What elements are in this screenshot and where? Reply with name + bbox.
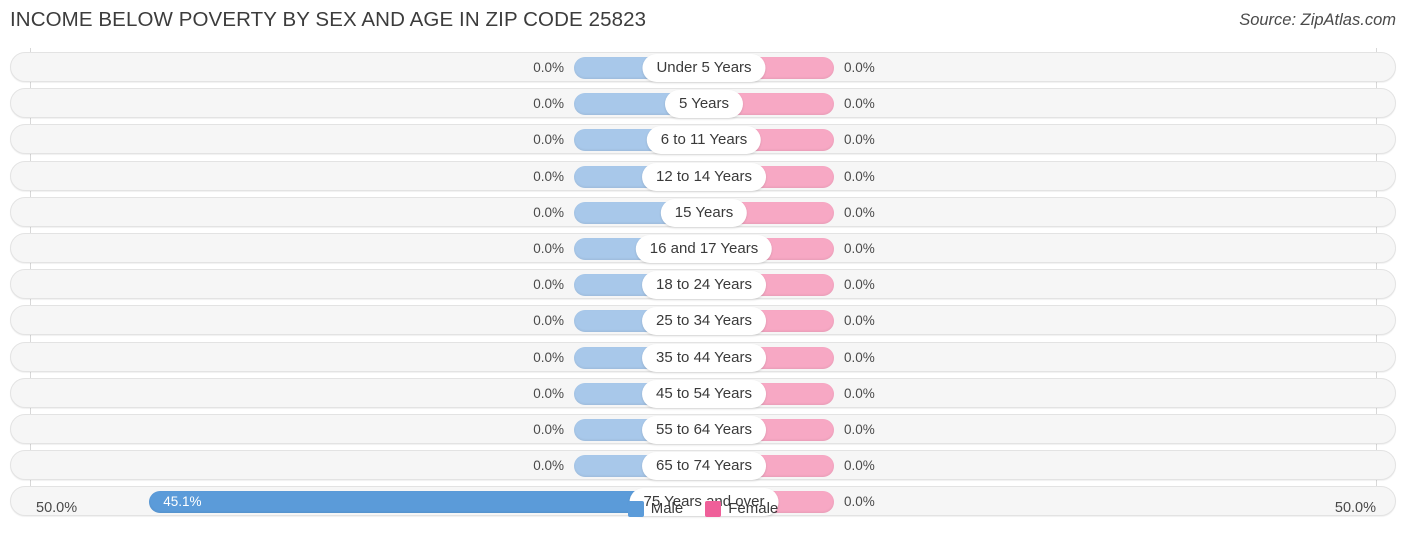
bar-value-male: 0.0% [533,313,564,329]
chart-row[interactable]: 0.0% 0.0% 45 to 54 Years [10,377,1396,408]
bar-value-male: 0.0% [533,204,564,220]
chart-legend: Male Female [0,500,1406,517]
legend-item-female[interactable]: Female [705,500,778,517]
source-attribution: Source: ZipAtlas.com [1239,11,1396,29]
bar-value-female: 0.0% [844,96,875,112]
chart-row[interactable]: 0.0% 0.0% 65 to 74 Years [10,450,1396,481]
chart-row[interactable]: 0.0% 0.0% 55 to 64 Years [10,414,1396,444]
chart-row-inner: 0.0% 0.0% 65 to 74 Years [11,451,1395,481]
bar-value-male: 0.0% [533,277,564,293]
plot-area: 0.0% 0.0% Under 5 Years 0.0% 0.0% 5 Years 0.0%… [0,48,1406,520]
bar-value-female: 0.0% [844,60,875,75]
legend-label-male: Male [650,500,684,517]
bar-value-male: 0.0% [533,422,564,437]
chart-row-inner: 0.0% 0.0% 15 Years [11,198,1395,227]
category-label: 12 to 14 Years [642,162,766,191]
chart-row-inner: 0.0% 0.0% 45 to 54 Years [11,379,1395,408]
bar-value-female: 0.0% [844,313,875,329]
category-label: 16 and 17 Years [635,235,773,263]
bar-value-female: 0.0% [844,241,875,256]
chart-row[interactable]: 0.0% 0.0% 12 to 14 Years [10,160,1396,191]
bar-value-female: 0.0% [844,385,875,401]
bar-value-male: 0.0% [533,96,564,112]
category-label: 15 Years [660,198,748,227]
category-label: 18 to 24 Years [642,271,766,300]
chart-row[interactable]: 0.0% 0.0% 18 to 24 Years [10,269,1396,300]
bar-value-female: 0.0% [844,277,875,293]
chart-row[interactable]: 0.0% 0.0% 15 Years [10,196,1396,227]
category-label: 5 Years [664,90,744,119]
bar-value-male: 0.0% [533,168,564,184]
chart-row-inner: 0.0% 0.0% 6 to 11 Years [11,125,1395,155]
bar-value-female: 0.0% [844,168,875,184]
bar-value-female: 0.0% [844,422,875,437]
category-label: 35 to 44 Years [642,343,766,372]
legend-item-male[interactable]: Male [627,500,684,517]
bar-value-male: 0.0% [533,60,564,75]
bar-value-female: 0.0% [844,349,875,365]
category-label: 45 to 54 Years [642,379,766,408]
chart-row-inner: 0.0% 0.0% 16 and 17 Years [11,234,1395,263]
chart-row[interactable]: 0.0% 0.0% 25 to 34 Years [10,305,1396,336]
bar-value-male: 0.0% [533,385,564,401]
category-label: Under 5 Years [642,54,766,82]
chart-row[interactable]: 0.0% 0.0% Under 5 Years [10,52,1396,82]
bar-value-female: 0.0% [844,204,875,220]
bar-value-female: 0.0% [844,132,875,148]
legend-swatch-female-icon [705,500,722,517]
page-title: INCOME BELOW POVERTY BY SEX AND AGE IN Z… [10,8,647,31]
chart-row-inner: 0.0% 0.0% 35 to 44 Years [11,343,1395,372]
chart-row-inner: 0.0% 0.0% 25 to 34 Years [11,306,1395,336]
chart-row-inner: 0.0% 0.0% Under 5 Years [11,53,1395,82]
category-label: 6 to 11 Years [646,126,762,155]
chart-row[interactable]: 0.0% 0.0% 6 to 11 Years [10,124,1396,155]
chart-row[interactable]: 0.0% 0.0% 16 and 17 Years [10,233,1396,263]
category-label: 55 to 64 Years [642,416,766,444]
chart-row-inner: 0.0% 0.0% 5 Years [11,89,1395,119]
legend-swatch-male-icon [627,500,644,517]
bar-value-female: 0.0% [844,458,875,474]
bar-value-male: 0.0% [533,349,564,365]
chart-row[interactable]: 0.0% 0.0% 35 to 44 Years [10,341,1396,372]
bar-value-male: 0.0% [533,458,564,474]
chart-page: INCOME BELOW POVERTY BY SEX AND AGE IN Z… [0,0,1406,558]
bar-value-male: 0.0% [533,241,564,256]
chart-row-inner: 0.0% 0.0% 18 to 24 Years [11,270,1395,300]
category-label: 25 to 34 Years [642,307,766,336]
legend-label-female: Female [728,500,779,517]
chart-row-inner: 0.0% 0.0% 55 to 64 Years [11,415,1395,444]
chart-row[interactable]: 0.0% 0.0% 5 Years [10,88,1396,119]
bar-value-male: 0.0% [533,132,564,148]
category-label: 65 to 74 Years [642,452,766,481]
chart-row-inner: 0.0% 0.0% 12 to 14 Years [11,162,1395,191]
